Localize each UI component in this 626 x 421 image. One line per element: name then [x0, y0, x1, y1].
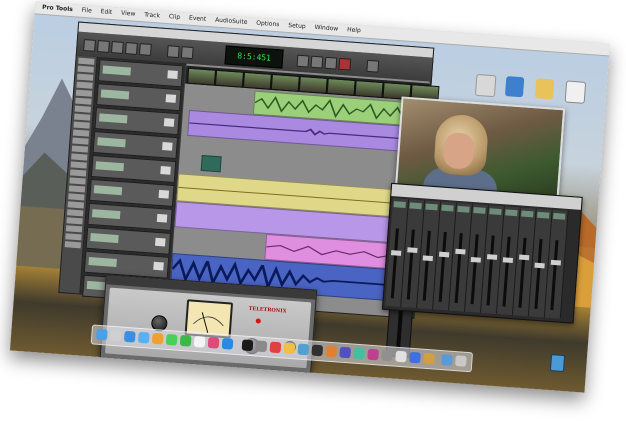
- aux-clip-small[interactable]: [200, 154, 222, 173]
- track-header[interactable]: [97, 59, 184, 88]
- track-header[interactable]: [83, 250, 170, 279]
- dock-app-icon[interactable]: [381, 349, 393, 362]
- dock-app-icon[interactable]: [269, 341, 282, 354]
- desktop-drive-icon-bottom[interactable]: [549, 354, 566, 373]
- dock-photos-icon[interactable]: [151, 332, 164, 345]
- dock-protools-icon[interactable]: [241, 339, 254, 352]
- track-header[interactable]: [92, 131, 179, 160]
- dock-app-icon[interactable]: [409, 351, 421, 364]
- power-led-icon: [255, 318, 261, 324]
- dock-trash-icon[interactable]: [455, 355, 467, 367]
- menu-window[interactable]: Window: [314, 24, 338, 33]
- dock-app-icon[interactable]: [353, 347, 366, 360]
- menu-options[interactable]: Options: [256, 20, 280, 29]
- dock-calendar-icon[interactable]: [193, 335, 206, 348]
- dock-downloads-icon[interactable]: [441, 354, 453, 366]
- dock-mail-icon[interactable]: [137, 331, 150, 344]
- dock-finder-icon[interactable]: [95, 328, 108, 341]
- menu-edit[interactable]: Edit: [100, 8, 112, 16]
- menu-help[interactable]: Help: [347, 26, 361, 34]
- tool-select-button[interactable]: [111, 41, 124, 54]
- menu-view[interactable]: View: [121, 10, 136, 18]
- main-counter[interactable]: 8:5:451: [224, 45, 284, 69]
- transport-record-button[interactable]: [338, 57, 352, 71]
- dock-app-icon[interactable]: [395, 350, 407, 363]
- dock-preferences-icon[interactable]: [255, 340, 268, 353]
- tool-trim-button[interactable]: [97, 40, 110, 53]
- desktop-drive-icon[interactable]: [504, 76, 525, 98]
- menu-audiosuite[interactable]: AudioSuite: [215, 17, 248, 26]
- mix-window: [381, 182, 583, 324]
- transport-stop-button[interactable]: [310, 55, 324, 69]
- desktop-folder-icon[interactable]: [474, 73, 497, 98]
- dock-app-icon[interactable]: [423, 352, 435, 365]
- dock-app-icon[interactable]: [339, 346, 352, 359]
- grid-mode-button[interactable]: [166, 45, 180, 59]
- dock-app-icon[interactable]: [311, 344, 324, 357]
- menu-clip[interactable]: Clip: [169, 13, 181, 21]
- track-header[interactable]: [94, 107, 180, 136]
- dock-safari-icon[interactable]: [123, 330, 136, 343]
- dock-facetime-icon[interactable]: [179, 334, 192, 347]
- menu-app-name[interactable]: Pro Tools: [42, 4, 73, 13]
- transport-loop-button[interactable]: [366, 59, 380, 73]
- dock-app-icon[interactable]: [325, 345, 338, 358]
- menu-setup[interactable]: Setup: [288, 22, 306, 30]
- track-headers: [80, 57, 186, 303]
- desktop-file-icon[interactable]: [564, 80, 587, 104]
- dock-itunes-icon[interactable]: [207, 336, 220, 349]
- dock-messages-icon[interactable]: [165, 333, 178, 346]
- track-header[interactable]: [90, 154, 177, 184]
- dock-app-icon[interactable]: [367, 348, 380, 361]
- track-header[interactable]: [96, 83, 182, 112]
- dock-app-icon[interactable]: [297, 343, 310, 356]
- tool-pencil-button[interactable]: [138, 43, 152, 56]
- plugin-brand-label: TELETRONIX: [248, 305, 287, 315]
- dock-app-icon[interactable]: [283, 342, 296, 355]
- tool-zoom-button[interactable]: [83, 39, 96, 52]
- track-header[interactable]: [89, 178, 175, 207]
- menu-track[interactable]: Track: [144, 11, 160, 19]
- compressor-plugin-window: TELETRONIX: [99, 274, 318, 374]
- transport-play-button[interactable]: [324, 56, 338, 70]
- track-header[interactable]: [85, 226, 171, 255]
- menu-event[interactable]: Event: [189, 15, 207, 23]
- tool-grab-button[interactable]: [124, 42, 138, 55]
- track-header[interactable]: [87, 202, 173, 231]
- menu-file[interactable]: File: [81, 7, 92, 15]
- desktop-document-icon[interactable]: [534, 78, 555, 100]
- screen: Pro Tools File Edit View Track Clip Even…: [9, 1, 611, 393]
- nudge-button[interactable]: [180, 46, 194, 60]
- dock-launchpad-icon[interactable]: [109, 329, 122, 342]
- transport-rewind-button[interactable]: [296, 54, 310, 68]
- dock-appstore-icon[interactable]: [221, 337, 234, 350]
